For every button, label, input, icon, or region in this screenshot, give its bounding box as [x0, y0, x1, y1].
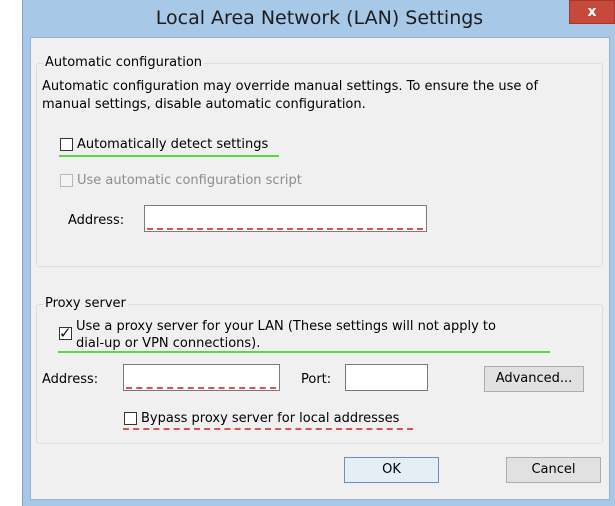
auto-script-checkbox[interactable]: [60, 174, 73, 187]
auto-config-description-line1: Automatic configuration may override man…: [42, 79, 539, 94]
cancel-button[interactable]: Cancel: [506, 457, 601, 483]
automatic-configuration-legend: Automatic configuration: [43, 55, 205, 70]
proxy-address-label: Address:: [42, 372, 99, 387]
auto-config-description-line2: manual settings, disable automatic confi…: [42, 97, 366, 112]
use-proxy-highlight: [58, 351, 550, 353]
checkmark-icon: ✓: [59, 324, 72, 342]
use-proxy-label-line1[interactable]: Use a proxy server for your LAN (These s…: [76, 318, 496, 336]
use-proxy-checkbox[interactable]: ✓: [59, 324, 72, 342]
bypass-local-spell-underline: [123, 428, 413, 430]
title-bar[interactable]: Local Area Network (LAN) Settings x: [23, 0, 615, 37]
dialog-body: Automatic configuration Automatic config…: [30, 37, 610, 500]
auto-detect-checkbox[interactable]: [60, 138, 73, 151]
auto-detect-highlight: [59, 155, 279, 157]
close-icon: x: [587, 4, 597, 20]
auto-address-spell-underline: [147, 228, 423, 230]
window-title: Local Area Network (LAN) Settings: [155, 7, 484, 29]
ok-button[interactable]: OK: [344, 457, 439, 483]
auto-detect-label[interactable]: Automatically detect settings: [77, 136, 268, 154]
proxy-port-input[interactable]: [345, 364, 428, 391]
proxy-address-spell-underline: [126, 387, 276, 389]
auto-script-label[interactable]: Use automatic configuration script: [77, 172, 302, 190]
close-button[interactable]: x: [569, 0, 615, 24]
proxy-port-label: Port:: [301, 372, 332, 387]
bypass-local-label[interactable]: Bypass proxy server for local addresses: [141, 410, 399, 428]
bypass-local-checkbox[interactable]: [124, 412, 137, 425]
auto-address-label: Address:: [68, 213, 125, 228]
lan-settings-window: Local Area Network (LAN) Settings x Auto…: [22, 0, 615, 506]
proxy-server-legend: Proxy server: [43, 296, 128, 311]
advanced-button[interactable]: Advanced...: [484, 366, 584, 392]
